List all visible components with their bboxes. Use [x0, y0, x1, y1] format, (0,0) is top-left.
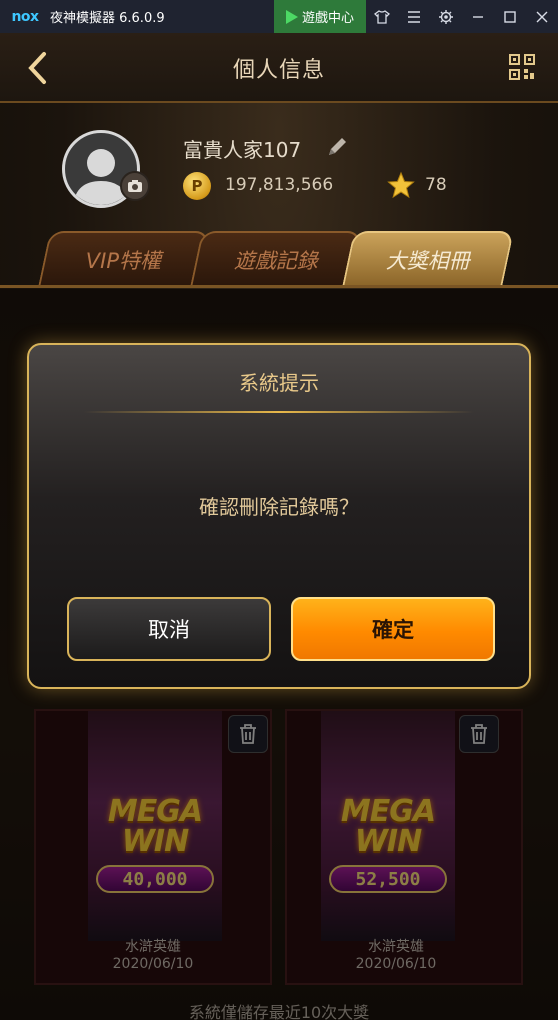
dialog-title: 系統提示 — [239, 371, 319, 395]
dialog-divider — [84, 411, 474, 413]
tab-vip-privileges[interactable]: VIP特權 — [38, 231, 210, 287]
maximize-icon[interactable] — [494, 0, 526, 33]
edit-name-button[interactable] — [325, 135, 349, 159]
dialog-message: 確認刪除記錄嗎？ — [199, 495, 359, 519]
tab-divider — [0, 285, 558, 288]
shirt-icon[interactable] — [366, 0, 398, 33]
menu-icon[interactable] — [398, 0, 430, 33]
coin-balance: 197,813,566 — [225, 175, 334, 195]
camera-icon — [128, 180, 142, 192]
tab-label: VIP特權 — [86, 249, 162, 273]
pencil-icon — [329, 138, 346, 155]
top-navbar: 個人信息 — [0, 33, 558, 103]
emulator-title: 夜神模擬器 6.6.0.9 — [50, 11, 165, 26]
tab-label: 遊戲記錄 — [233, 249, 318, 273]
game-center-label: 遊戲中心 — [301, 11, 354, 26]
qr-code-button[interactable] — [508, 53, 536, 81]
star-icon — [387, 171, 415, 199]
change-avatar-button[interactable] — [120, 171, 150, 201]
tab-jackpot-album[interactable]: 大獎相冊 — [342, 231, 514, 287]
emulator-titlebar: nox 夜神模擬器 6.6.0.9 遊戲中心 — [0, 0, 558, 33]
play-store-icon — [285, 9, 298, 24]
tab-label: 大獎相冊 — [385, 249, 470, 273]
cancel-button[interactable]: 取消 — [67, 597, 271, 661]
qr-code-icon — [509, 54, 535, 80]
app-screen: 個人信息 富貴人家107 P 197,813,566 78 VIP特權 遊戲記錄… — [0, 33, 558, 1020]
game-center-button[interactable]: 遊戲中心 — [274, 0, 366, 33]
back-button[interactable] — [22, 51, 52, 85]
confirm-button[interactable]: 確定 — [291, 597, 495, 661]
system-prompt-dialog: 系統提示 確認刪除記錄嗎？ 取消 確定 — [27, 343, 531, 689]
minimize-icon[interactable] — [462, 0, 494, 33]
page-title: 個人信息 — [232, 58, 325, 83]
settings-gear-icon[interactable] — [430, 0, 462, 33]
chevron-left-icon — [28, 52, 46, 84]
profile-tabs: VIP特權 遊戲記錄 大獎相冊 — [0, 231, 558, 287]
coin-icon: P — [183, 172, 211, 200]
star-count: 78 — [425, 175, 447, 195]
close-icon[interactable] — [526, 0, 558, 33]
username: 富貴人家107 — [183, 138, 302, 162]
tab-game-records[interactable]: 遊戲記錄 — [190, 231, 362, 287]
nox-logo: nox — [11, 8, 39, 25]
